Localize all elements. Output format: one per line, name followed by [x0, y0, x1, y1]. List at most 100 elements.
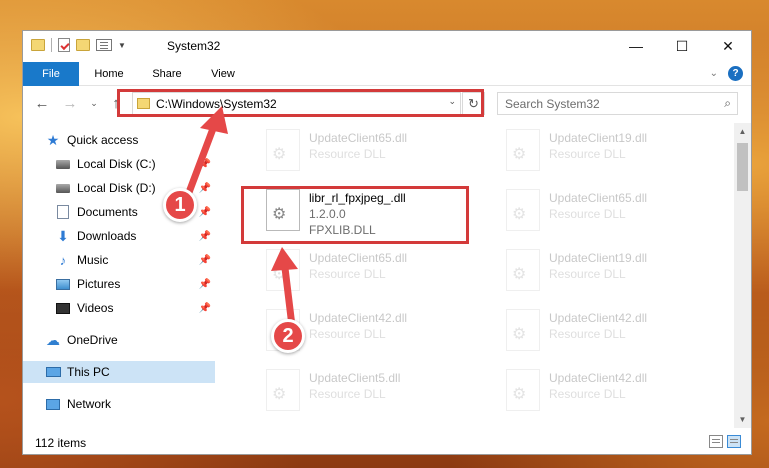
file-item[interactable]: UpdateClient42.dll Resource DLL	[496, 363, 726, 419]
file-name: UpdateClient42.dll	[549, 371, 648, 385]
scroll-down-arrow-icon[interactable]: ▼	[734, 411, 751, 428]
sidebar-item-label: Pictures	[77, 277, 121, 291]
sidebar-item-music[interactable]: ♪ Music 📌	[23, 249, 215, 271]
pin-icon[interactable]: 📌	[199, 279, 211, 290]
sidebar-item-downloads[interactable]: ⬇ Downloads 📌	[23, 225, 215, 247]
sidebar-item-label: Videos	[77, 301, 114, 315]
sidebar-item-label: Quick access	[67, 133, 139, 147]
search-placeholder[interactable]: Search System32	[505, 97, 600, 111]
pin-icon[interactable]: 📌	[199, 183, 211, 194]
navigation-pane: ★ Quick access Local Disk (C:) 📌 Local D…	[23, 123, 215, 428]
help-icon[interactable]: ?	[728, 66, 743, 81]
minimize-button[interactable]: —	[613, 31, 659, 61]
file-description: Resource DLL	[549, 327, 626, 341]
sidebar-item-label: Downloads	[77, 229, 137, 243]
network-icon	[45, 397, 61, 411]
file-description: Resource DLL	[549, 267, 626, 281]
quick-access-icon: ★	[46, 131, 60, 148]
videos-icon	[55, 301, 71, 315]
file-item-selected[interactable]: libr_rl_fpxjpeg_.dll 1.2.0.0 FPXLIB.DLL	[256, 183, 486, 239]
sidebar-item-local-disk-c[interactable]: Local Disk (C:) 📌	[23, 153, 215, 175]
file-description: FPXLIB.DLL	[309, 223, 376, 237]
expand-ribbon-icon[interactable]: ⌄	[710, 68, 718, 79]
scroll-up-arrow-icon[interactable]: ▲	[734, 123, 751, 140]
properties-icon[interactable]	[58, 38, 70, 52]
scrollbar-thumb[interactable]	[737, 143, 748, 191]
sidebar-item-quick-access[interactable]: ★ Quick access	[23, 129, 215, 151]
file-item[interactable]: UpdateClient65.dll Resource DLL	[256, 123, 486, 179]
forward-button[interactable]: →	[61, 93, 79, 113]
dll-file-icon	[266, 369, 300, 411]
disk-icon	[55, 181, 71, 195]
pin-icon[interactable]: 📌	[199, 303, 211, 314]
tab-share[interactable]: Share	[143, 62, 191, 86]
vertical-scrollbar[interactable]: ▲ ▼	[734, 123, 751, 428]
sidebar-item-label: Network	[67, 397, 112, 411]
sidebar-item-this-pc[interactable]: This PC	[23, 361, 215, 383]
dll-file-icon	[506, 129, 540, 171]
view-options-icon[interactable]	[96, 39, 112, 51]
file-name: UpdateClient5.dll	[309, 371, 401, 385]
dll-file-icon	[506, 189, 540, 231]
file-name: UpdateClient65.dll	[309, 131, 408, 145]
details-view-icon[interactable]	[709, 435, 723, 448]
back-button[interactable]: ←	[33, 93, 51, 113]
tab-home[interactable]: Home	[85, 62, 133, 86]
pin-icon[interactable]: 📌	[199, 159, 211, 170]
file-name: UpdateClient42.dll	[549, 311, 648, 325]
file-item[interactable]: UpdateClient19.dll Resource DLL	[496, 243, 726, 299]
up-button[interactable]: ↑	[107, 93, 125, 113]
file-item[interactable]: UpdateClient19.dll Resource DLL	[496, 123, 726, 179]
sidebar-item-label: Local Disk (D:)	[77, 181, 156, 195]
callout-badge-1: 1	[163, 188, 197, 222]
sidebar-item-network[interactable]: Network	[23, 393, 215, 415]
file-description: Resource DLL	[309, 387, 386, 401]
window-title: System32	[167, 39, 221, 53]
file-item[interactable]: UpdateClient65.dll Resource DLL	[256, 243, 486, 299]
dll-file-icon	[266, 249, 300, 291]
file-description: Resource DLL	[549, 207, 626, 221]
dll-file-icon	[266, 129, 300, 171]
sidebar-item-onedrive[interactable]: ☁ OneDrive	[23, 329, 215, 351]
file-explorer-window: ▼ System32 — ☐ ✕ File Home Share View ⌄ …	[22, 30, 752, 455]
music-icon: ♪	[59, 252, 67, 268]
address-row: ← → ⌄ ↑ C:\Windows\System32 ⌄ ↻ Search S…	[23, 88, 751, 118]
ribbon-tabs: File Home Share View ⌄ ?	[23, 62, 751, 86]
file-description: Resource DLL	[549, 387, 626, 401]
sidebar-item-label: This PC	[67, 365, 110, 379]
quick-access-toolbar: ▼	[31, 38, 126, 52]
search-icon[interactable]: ⌕	[724, 96, 731, 111]
maximize-button[interactable]: ☐	[659, 31, 705, 61]
close-button[interactable]: ✕	[705, 31, 751, 61]
address-path[interactable]: C:\Windows\System32	[156, 97, 277, 111]
refresh-button[interactable]: ↻	[462, 92, 485, 115]
address-bar[interactable]: C:\Windows\System32 ⌄	[132, 92, 461, 115]
pin-icon[interactable]: 📌	[199, 231, 211, 242]
address-folder-icon	[137, 98, 150, 109]
tiles-view-icon[interactable]	[727, 435, 741, 448]
tab-view[interactable]: View	[199, 62, 247, 86]
search-box[interactable]: Search System32 ⌕	[497, 92, 738, 115]
sidebar-item-label: Local Disk (C:)	[77, 157, 156, 171]
tab-file[interactable]: File	[23, 62, 79, 86]
recent-locations-button[interactable]: ⌄	[88, 93, 100, 113]
file-item[interactable]: UpdateClient42.dll Resource DLL	[496, 303, 726, 359]
file-name: libr_rl_fpxjpeg_.dll	[309, 191, 406, 205]
title-bar: ▼ System32 — ☐ ✕	[23, 31, 751, 61]
file-item[interactable]: UpdateClient65.dll Resource DLL	[496, 183, 726, 239]
file-description: Resource DLL	[309, 327, 386, 341]
file-name: UpdateClient19.dll	[549, 251, 648, 265]
file-version: 1.2.0.0	[309, 207, 346, 221]
onedrive-icon: ☁	[46, 331, 60, 348]
sidebar-item-videos[interactable]: Videos 📌	[23, 297, 215, 319]
sidebar-item-pictures[interactable]: Pictures 📌	[23, 273, 215, 295]
customize-toolbar-caret-icon[interactable]: ▼	[118, 41, 126, 50]
pin-icon[interactable]: 📌	[199, 255, 211, 266]
dll-file-icon	[506, 369, 540, 411]
new-folder-icon[interactable]	[76, 39, 90, 51]
file-item[interactable]: UpdateClient5.dll Resource DLL	[256, 363, 486, 419]
pin-icon[interactable]: 📌	[199, 207, 211, 218]
dll-file-icon	[506, 249, 540, 291]
pictures-icon	[55, 277, 71, 291]
address-dropdown-icon[interactable]: ⌄	[448, 96, 456, 107]
